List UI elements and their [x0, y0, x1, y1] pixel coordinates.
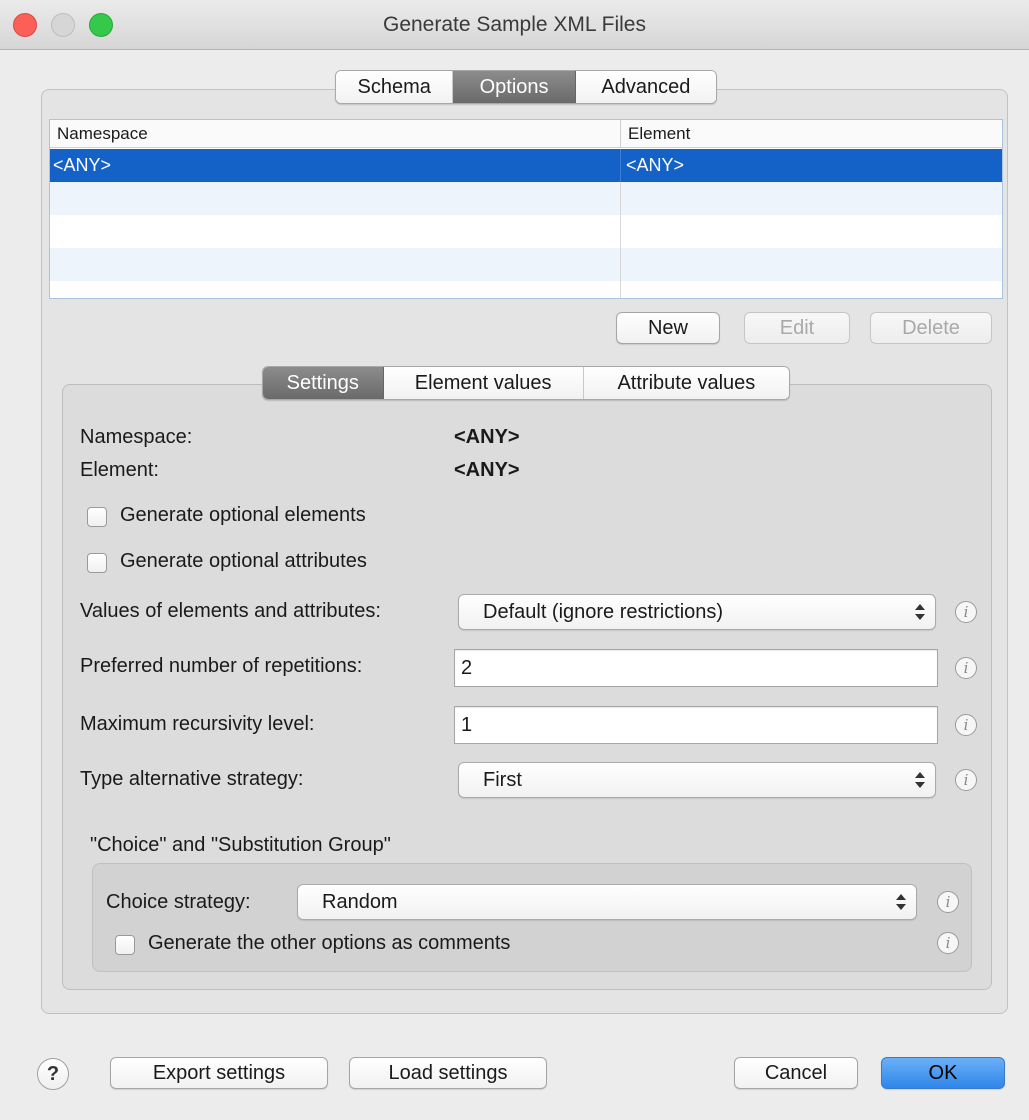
repetitions-input[interactable]: 2 [454, 649, 938, 687]
edit-button[interactable]: Edit [744, 312, 850, 344]
type-alternative-selected: First [483, 769, 522, 791]
choice-group-title: "Choice" and "Substitution Group" [90, 834, 391, 856]
values-select[interactable]: Default (ignore restrictions) [458, 594, 936, 630]
info-icon[interactable]: i [937, 932, 959, 954]
select-arrows-icon [915, 601, 925, 623]
export-settings-button[interactable]: Export settings [110, 1057, 328, 1089]
help-button[interactable]: ? [37, 1058, 69, 1090]
tab-element-values[interactable]: Element values [383, 367, 584, 399]
table-row-empty [50, 182, 1002, 215]
column-header-namespace[interactable]: Namespace [50, 120, 620, 148]
tab-schema[interactable]: Schema [336, 71, 454, 103]
cancel-button[interactable]: Cancel [734, 1057, 858, 1089]
column-header-element[interactable]: Element [620, 120, 1002, 148]
element-value: <ANY> [454, 459, 520, 481]
sub-tab-bar: Settings Element values Attribute values [262, 366, 790, 400]
type-alternative-label: Type alternative strategy: [80, 768, 304, 790]
window-title: Generate Sample XML Files [382, 13, 646, 36]
choice-strategy-selected: Random [322, 891, 398, 913]
ok-button[interactable]: OK [881, 1057, 1005, 1089]
info-icon[interactable]: i [955, 714, 977, 736]
tab-advanced[interactable]: Advanced [575, 71, 716, 103]
select-arrows-icon [896, 891, 906, 913]
top-tab-bar: Schema Options Advanced [335, 70, 717, 104]
recursivity-label: Maximum recursivity level: [80, 713, 315, 735]
tab-settings[interactable]: Settings [263, 367, 384, 399]
info-icon[interactable]: i [955, 657, 977, 679]
table-row-empty [50, 248, 1002, 281]
choice-strategy-select[interactable]: Random [297, 884, 917, 920]
element-label: Element: [80, 459, 159, 481]
generate-optional-elements-label[interactable]: Generate optional elements [120, 504, 366, 527]
table-row-empty [50, 215, 1002, 248]
info-icon[interactable]: i [937, 891, 959, 913]
generate-optional-attributes-checkbox[interactable] [87, 553, 107, 573]
generate-comments-label[interactable]: Generate the other options as comments [148, 932, 510, 955]
generate-optional-attributes-label[interactable]: Generate optional attributes [120, 550, 367, 573]
delete-button[interactable]: Delete [870, 312, 992, 344]
namespace-value: <ANY> [454, 426, 520, 448]
info-icon[interactable]: i [955, 601, 977, 623]
tab-attribute-values[interactable]: Attribute values [583, 367, 789, 399]
select-arrows-icon [915, 769, 925, 791]
tab-options[interactable]: Options [453, 71, 576, 103]
repetitions-label: Preferred number of repetitions: [80, 655, 363, 677]
info-icon[interactable]: i [955, 769, 977, 791]
values-label: Values of elements and attributes: [80, 600, 381, 622]
values-selected: Default (ignore restrictions) [483, 601, 724, 623]
title-bar: Generate Sample XML Files [0, 0, 1029, 50]
table-header: Namespace Element [50, 120, 1002, 148]
namespace-cell: <ANY> [53, 155, 112, 175]
namespace-element-table[interactable]: Namespace Element <ANY> <ANY> [49, 119, 1003, 299]
table-row-empty [50, 281, 1002, 298]
new-button[interactable]: New [616, 312, 720, 344]
recursivity-input[interactable]: 1 [454, 706, 938, 744]
table-row[interactable]: <ANY> <ANY> [50, 149, 1002, 182]
generate-comments-checkbox[interactable] [115, 935, 135, 955]
generate-optional-elements-checkbox[interactable] [87, 507, 107, 527]
load-settings-button[interactable]: Load settings [349, 1057, 547, 1089]
type-alternative-select[interactable]: First [458, 762, 936, 798]
choice-strategy-label: Choice strategy: [106, 891, 251, 913]
element-cell: <ANY> [620, 149, 1002, 182]
namespace-label: Namespace: [80, 426, 193, 448]
